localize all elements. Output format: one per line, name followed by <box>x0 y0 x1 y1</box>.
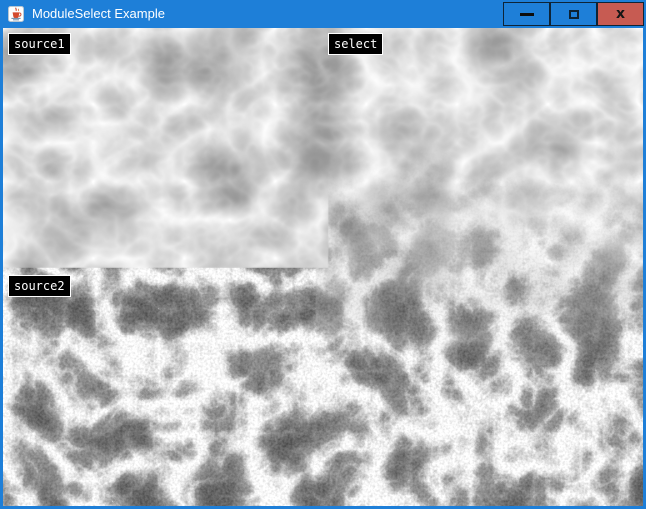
minimize-button[interactable] <box>503 2 550 26</box>
minimize-icon <box>520 13 534 16</box>
render-canvas: source1 select source2 <box>3 28 643 506</box>
select-image <box>322 28 643 506</box>
close-button[interactable]: x <box>597 2 644 26</box>
java-coffee-icon[interactable] <box>8 6 24 22</box>
label-source1: source1 <box>8 33 71 55</box>
maximize-icon <box>569 10 579 19</box>
window-title: ModuleSelect Example <box>32 0 165 28</box>
source1-image <box>3 28 322 263</box>
titlebar[interactable]: ModuleSelect Example x <box>0 0 646 28</box>
app-window: ModuleSelect Example x <box>0 0 646 509</box>
label-select: select <box>328 33 383 55</box>
window-controls: x <box>503 2 644 26</box>
label-source2: source2 <box>8 275 71 297</box>
close-icon: x <box>616 3 625 25</box>
noise-render <box>3 28 643 506</box>
maximize-button[interactable] <box>550 2 597 26</box>
